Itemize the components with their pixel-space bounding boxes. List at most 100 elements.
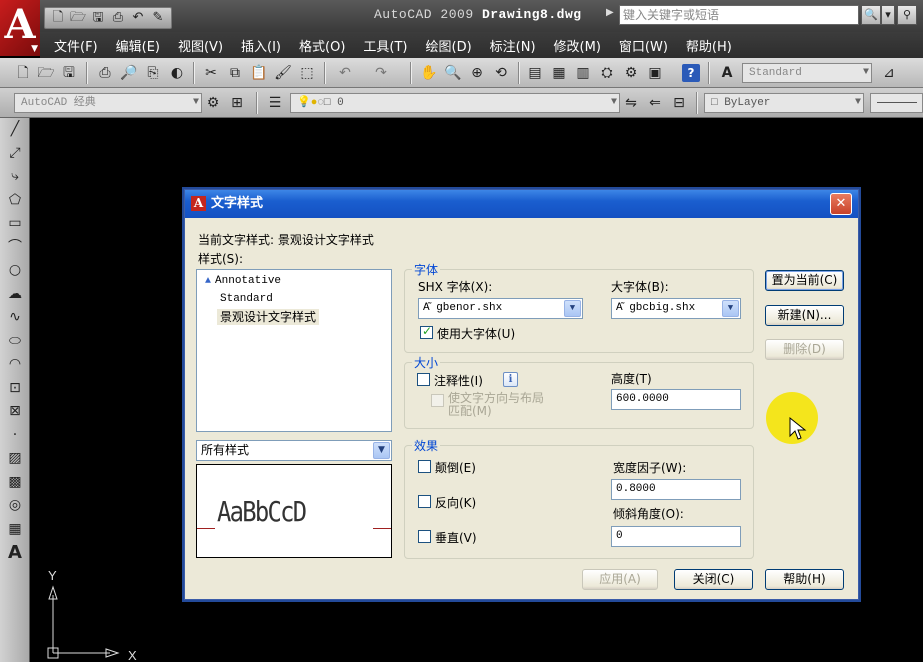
styles-list[interactable]: ▲ Annotative Standard 景观设计文字样式 [196, 269, 392, 432]
save-icon[interactable]: 🖫 [60, 64, 78, 82]
design-center-icon[interactable]: ▦ [550, 64, 568, 82]
list-item[interactable]: Standard [217, 291, 276, 307]
layer-states-icon[interactable]: ⊟ [670, 94, 688, 112]
search-dropdown-icon[interactable]: ▾ [881, 5, 895, 25]
new-file-icon[interactable]: 🗋 [49, 10, 67, 26]
point-icon[interactable]: · [0, 424, 30, 448]
menu-edit[interactable]: 编辑(E) [102, 36, 160, 55]
multiline-text-icon[interactable]: A [0, 541, 30, 565]
rectangle-icon[interactable]: ▭ [0, 212, 30, 236]
text-style-combo[interactable]: Standard ▼ [742, 63, 872, 83]
height-input[interactable]: 600.0000 [611, 389, 741, 410]
plot-icon[interactable]: ⎙ [96, 64, 114, 82]
linetype-combo[interactable] [870, 93, 923, 113]
construction-line-icon[interactable]: ⤢ [0, 142, 30, 166]
help-icon[interactable]: ? [682, 64, 700, 82]
menu-dimension[interactable]: 标注(N) [476, 36, 536, 55]
close-button[interactable]: 关闭(C) [674, 569, 753, 590]
menu-insert[interactable]: 插入(I) [227, 36, 281, 55]
menu-file[interactable]: 文件(F) [40, 36, 98, 55]
open-icon[interactable]: 🗁 [37, 64, 55, 82]
undo-icon[interactable]: ↶ [129, 10, 147, 26]
plot-preview-icon[interactable]: 🔎 [120, 64, 138, 82]
layer-previous-icon[interactable]: ⇐ [646, 94, 664, 112]
region-icon[interactable]: ◎ [0, 494, 30, 518]
publish-icon[interactable]: ✎ [149, 10, 167, 26]
layer-manager-icon[interactable]: ☰ [266, 94, 284, 112]
table-icon[interactable]: ▦ [0, 518, 30, 542]
new-icon[interactable]: 🗋 [14, 64, 32, 82]
annotative-checkbox[interactable] [417, 373, 430, 386]
menu-draw[interactable]: 绘图(D) [412, 36, 472, 55]
zoom-previous-icon[interactable]: ⟲ [492, 64, 510, 82]
arc-icon[interactable]: ⌒ [0, 236, 30, 260]
redo-icon[interactable]: ↷ [372, 64, 390, 82]
dim-style-icon[interactable]: ⊿ [880, 64, 898, 82]
insert-block-icon[interactable]: ⊡ [0, 377, 30, 401]
menu-modify[interactable]: 修改(M) [540, 36, 601, 55]
new-style-button[interactable]: 新建(N)... [765, 305, 844, 326]
menu-help[interactable]: 帮助(H) [672, 36, 732, 55]
revision-cloud-icon[interactable]: ☁ [0, 283, 30, 307]
set-current-button[interactable]: 置为当前(C) [765, 270, 844, 291]
upside-down-checkbox[interactable] [418, 460, 431, 473]
text-style-icon[interactable]: A [718, 64, 736, 82]
calculator-icon[interactable]: ▣ [646, 64, 664, 82]
cut-icon[interactable]: ✂ [202, 64, 220, 82]
backwards-checkbox[interactable] [418, 495, 431, 508]
shx-font-select[interactable]: A͂ gbenor.shx ▼ [418, 298, 583, 319]
color-combo[interactable]: □ ByLayer ▼ [704, 93, 864, 113]
vertical-checkbox[interactable] [418, 530, 431, 543]
workspace-settings-icon[interactable]: ⚙ [204, 94, 222, 112]
save-icon[interactable]: 🖫 [89, 10, 107, 26]
info-icon[interactable]: i [503, 372, 518, 387]
make-current-layer-icon[interactable]: ⇋ [622, 94, 640, 112]
properties-icon[interactable]: ▤ [526, 64, 544, 82]
big-font-select[interactable]: A͂ gbcbig.shx ▼ [611, 298, 741, 319]
layer-combo[interactable]: 💡●◌□ 0 ▼ [290, 93, 620, 113]
make-block-icon[interactable]: ⊠ [0, 400, 30, 424]
copy-icon[interactable]: ⧉ [226, 64, 244, 82]
delete-style-button[interactable]: 删除(D) [765, 339, 844, 360]
zoom-window-icon[interactable]: ⊕ [468, 64, 486, 82]
block-editor-icon[interactable]: ⬚ [298, 64, 316, 82]
polyline-icon[interactable]: ⤷ [0, 165, 30, 189]
close-icon[interactable]: ✕ [830, 193, 852, 215]
hatch-icon[interactable]: ▨ [0, 447, 30, 471]
tool-palettes-icon[interactable]: ▥ [574, 64, 592, 82]
print-icon[interactable]: ⎙ [109, 10, 127, 26]
list-item-selected[interactable]: 景观设计文字样式 [217, 309, 320, 325]
save-workspace-icon[interactable]: ⊞ [228, 94, 246, 112]
match-properties-icon[interactable]: 🖌 [274, 64, 292, 82]
style-filter-select[interactable]: 所有样式 ▼ [196, 440, 392, 461]
menu-format[interactable]: 格式(O) [285, 36, 345, 55]
pan-icon[interactable]: ✋ [420, 64, 438, 82]
menu-window[interactable]: 窗口(W) [605, 36, 668, 55]
use-big-font-checkbox[interactable] [420, 324, 433, 339]
search-icon[interactable]: 🔍 [861, 5, 881, 25]
publish-icon[interactable]: ⎘ [144, 64, 162, 82]
menu-view[interactable]: 视图(V) [164, 36, 223, 55]
line-icon[interactable]: ╱ [0, 118, 30, 142]
spline-icon[interactable]: ∿ [0, 306, 30, 330]
menu-tools[interactable]: 工具(T) [349, 36, 407, 55]
search-input[interactable]: 键入关键字或短语 [619, 5, 859, 25]
workspace-combo[interactable]: AutoCAD 经典 ▼ [14, 93, 202, 113]
ellipse-arc-icon[interactable]: ◠ [0, 353, 30, 377]
apply-button[interactable]: 应用(A) [582, 569, 658, 590]
polygon-icon[interactable]: ⬠ [0, 189, 30, 213]
paste-icon[interactable]: 📋 [250, 64, 268, 82]
sheet-set-icon[interactable]: ⛭ [598, 64, 616, 82]
3d-dwf-icon[interactable]: ◐ [168, 64, 186, 82]
circle-icon[interactable]: ○ [0, 259, 30, 283]
app-menu-button[interactable]: A ▼ [0, 0, 40, 56]
ellipse-icon[interactable]: ⬭ [0, 330, 30, 354]
list-item[interactable]: ▲ Annotative [202, 273, 284, 289]
zoom-realtime-icon[interactable]: 🔍 [444, 64, 462, 82]
oblique-angle-input[interactable]: 0 [611, 526, 741, 547]
width-factor-input[interactable]: 0.8000 [611, 479, 741, 500]
markup-icon[interactable]: ⚙ [622, 64, 640, 82]
undo-icon[interactable]: ↶ [336, 64, 354, 82]
gradient-icon[interactable]: ▩ [0, 471, 30, 495]
communication-center-icon[interactable]: ⚲ [897, 5, 917, 25]
